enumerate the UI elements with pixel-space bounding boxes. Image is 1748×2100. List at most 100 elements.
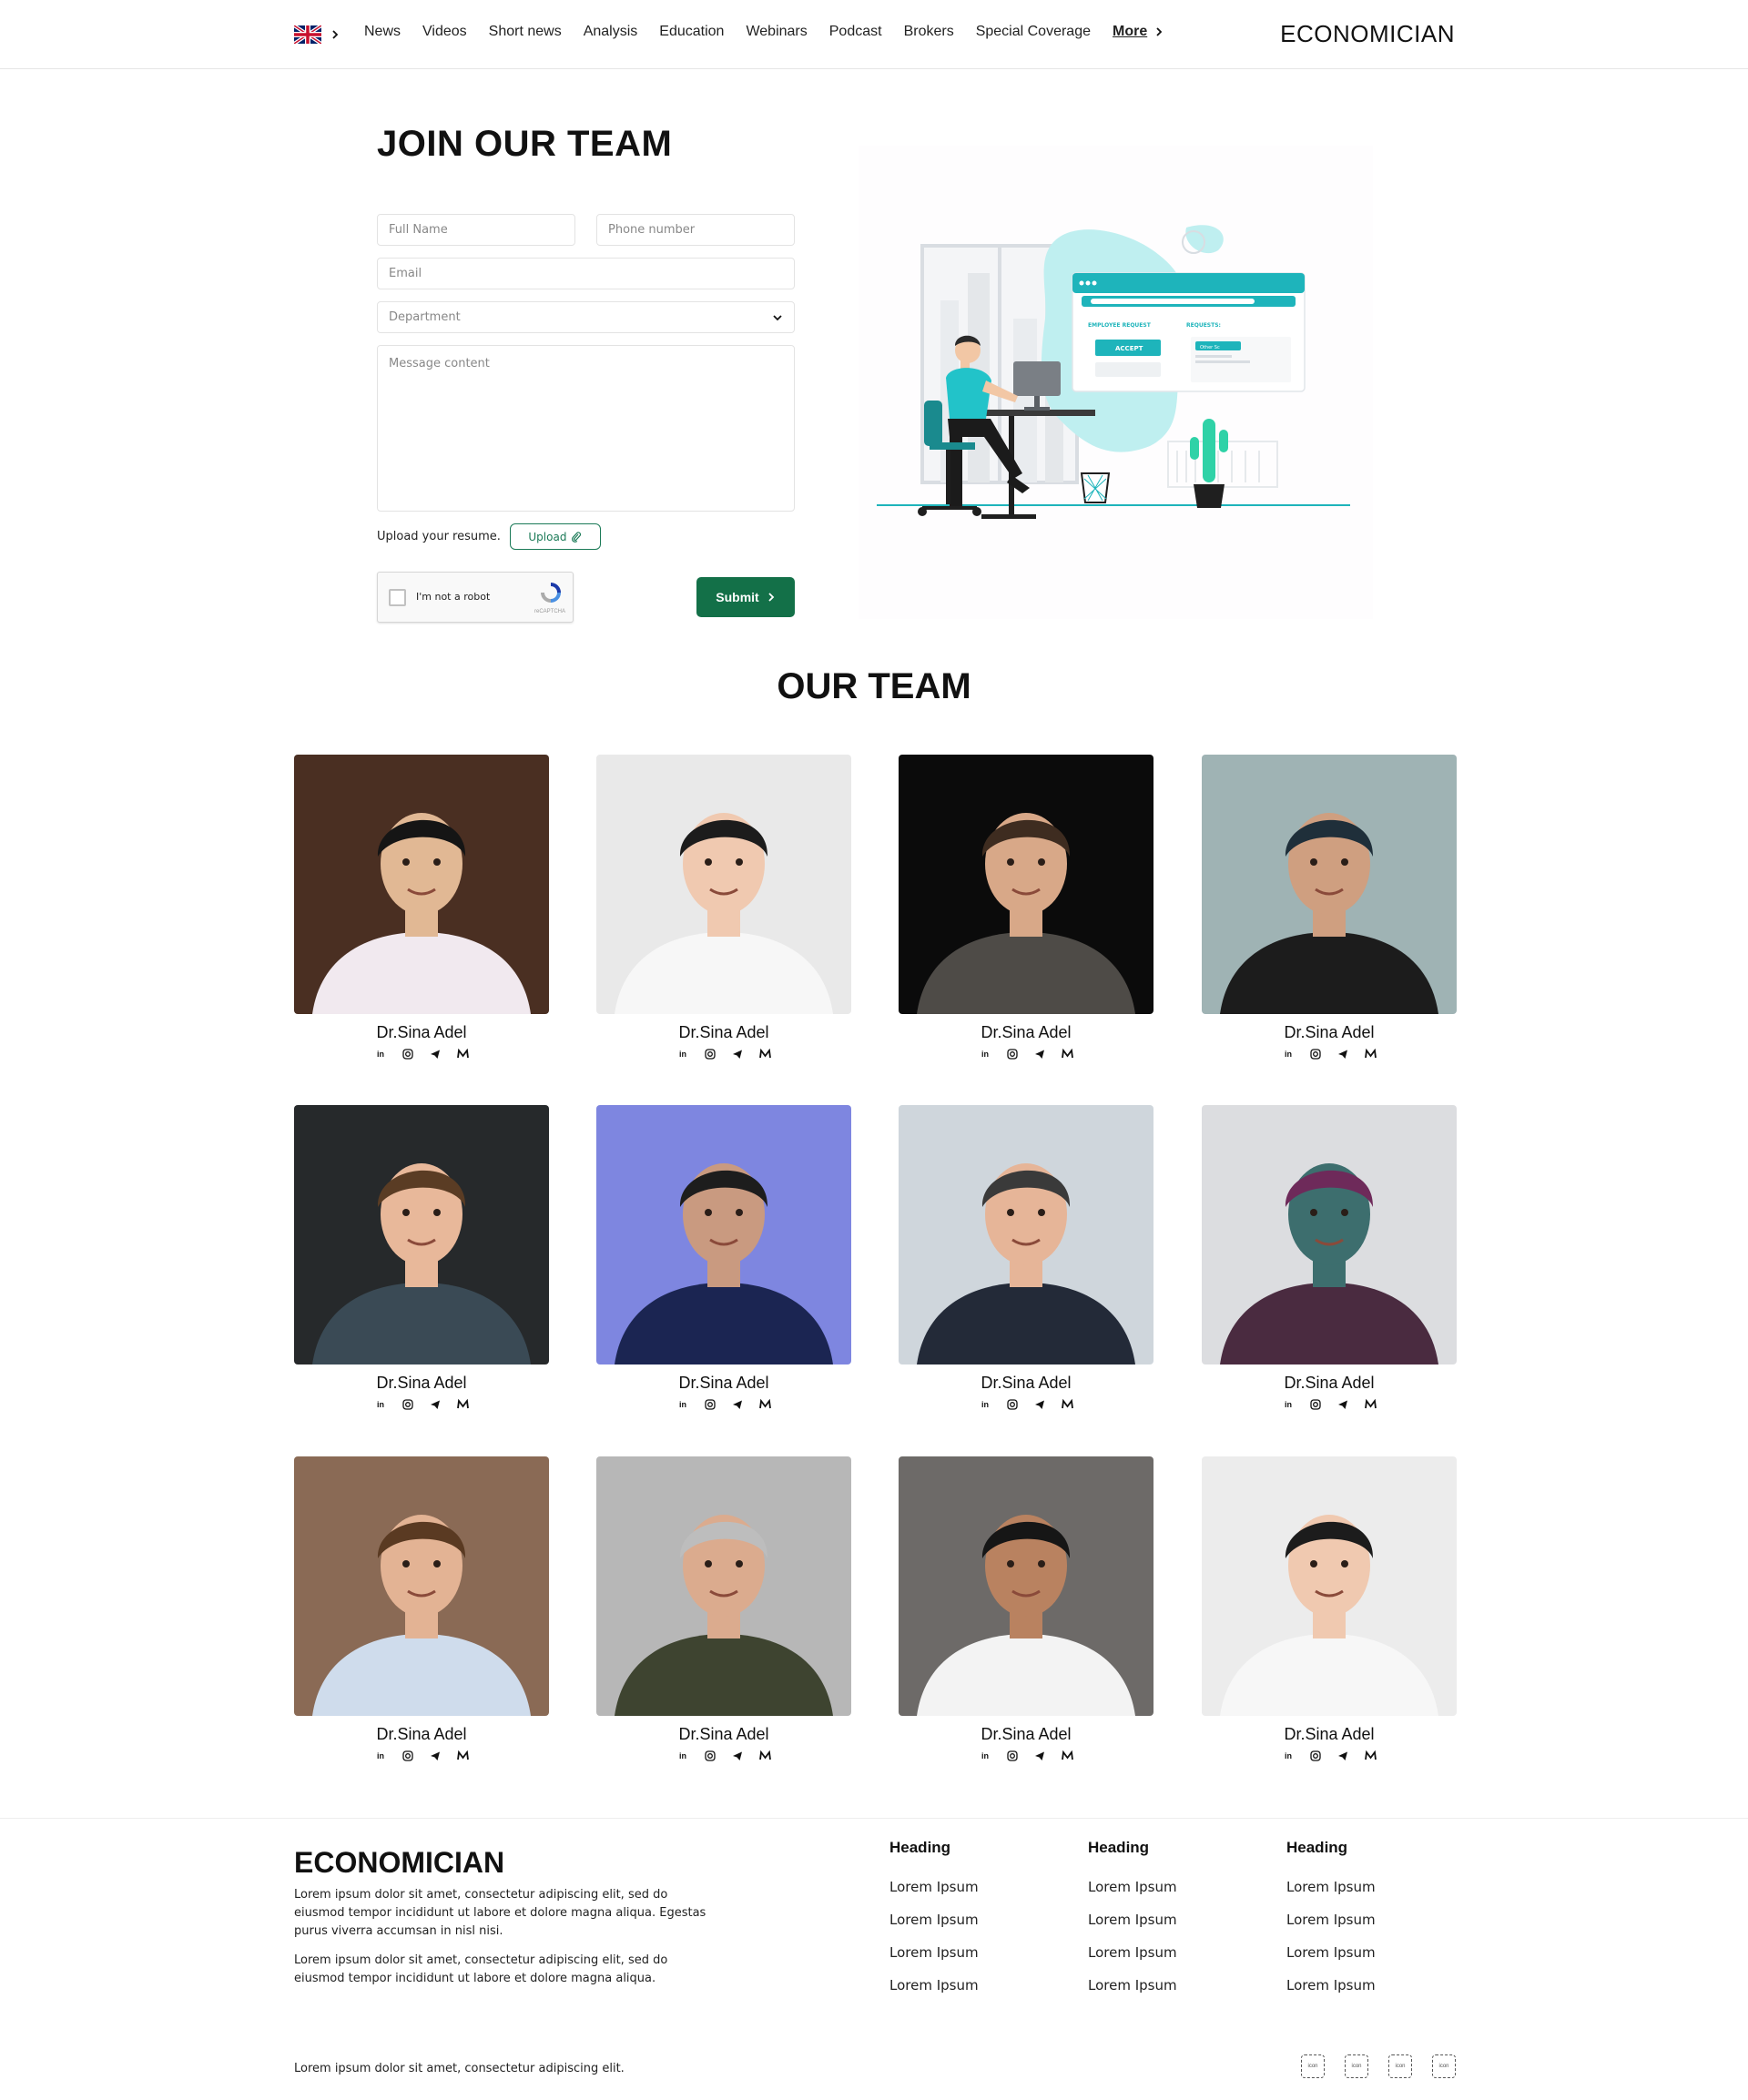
phone-input[interactable]: Phone number	[596, 214, 795, 246]
team-member-card[interactable]: Dr.Sina Adel in	[596, 755, 851, 1060]
medium-icon[interactable]	[1364, 1750, 1377, 1762]
footer-link[interactable]: Lorem Ipsum	[889, 1912, 1053, 1928]
telegram-icon[interactable]	[429, 1398, 442, 1411]
telegram-icon[interactable]	[1336, 1750, 1349, 1762]
instagram-icon[interactable]	[1309, 1398, 1322, 1411]
linkedin-icon[interactable]: in	[979, 1750, 991, 1762]
footer-link[interactable]: Lorem Ipsum	[1286, 1912, 1450, 1928]
instagram-icon[interactable]	[1006, 1750, 1019, 1762]
instagram-icon[interactable]	[704, 1750, 716, 1762]
telegram-icon[interactable]	[731, 1048, 744, 1060]
medium-icon[interactable]	[456, 1398, 469, 1411]
member-social-links: in	[294, 1048, 549, 1060]
team-member-card[interactable]: Dr.Sina Adel in	[1202, 1456, 1457, 1762]
team-member-card[interactable]: Dr.Sina Adel in	[596, 1456, 851, 1762]
recaptcha-checkbox[interactable]	[389, 589, 406, 606]
nav-item-news[interactable]: News	[364, 24, 401, 40]
telegram-icon[interactable]	[429, 1750, 442, 1762]
telegram-icon[interactable]	[731, 1750, 744, 1762]
medium-icon[interactable]	[758, 1398, 771, 1411]
telegram-icon[interactable]	[1336, 1398, 1349, 1411]
footer-link[interactable]: Lorem Ipsum	[1088, 1912, 1252, 1928]
medium-icon[interactable]	[456, 1048, 469, 1060]
linkedin-icon[interactable]: in	[979, 1048, 991, 1060]
team-member-card[interactable]: Dr.Sina Adel in	[294, 755, 549, 1060]
linkedin-icon[interactable]: in	[374, 1398, 387, 1411]
upload-button[interactable]: Upload	[509, 523, 601, 550]
team-member-card[interactable]: Dr.Sina Adel in	[1202, 1105, 1457, 1411]
instagram-icon[interactable]	[401, 1048, 414, 1060]
nav-item-education[interactable]: Education	[659, 24, 724, 40]
team-member-card[interactable]: Dr.Sina Adel in	[596, 1105, 851, 1411]
linkedin-icon[interactable]: in	[1282, 1398, 1295, 1411]
message-textarea[interactable]: Message content	[377, 345, 795, 512]
medium-icon[interactable]	[758, 1750, 771, 1762]
submit-button[interactable]: Submit	[696, 577, 795, 617]
nav-item-podcast[interactable]: Podcast	[829, 24, 882, 40]
instagram-icon[interactable]	[704, 1048, 716, 1060]
nav-item-videos[interactable]: Videos	[422, 24, 467, 40]
instagram-icon[interactable]	[704, 1398, 716, 1411]
language-selector[interactable]	[294, 25, 340, 44]
team-member-card[interactable]: Dr.Sina Adel in	[294, 1456, 549, 1762]
placeholder-icon[interactable]: icon	[1388, 2054, 1412, 2078]
linkedin-icon[interactable]: in	[979, 1398, 991, 1411]
linkedin-icon[interactable]: in	[374, 1048, 387, 1060]
placeholder-icon[interactable]: icon	[1345, 2054, 1368, 2078]
linkedin-icon[interactable]: in	[676, 1398, 689, 1411]
medium-icon[interactable]	[1061, 1048, 1073, 1060]
footer-link[interactable]: Lorem Ipsum	[1286, 1879, 1450, 1895]
telegram-icon[interactable]	[1033, 1048, 1046, 1060]
nav-item-brokers[interactable]: Brokers	[904, 24, 954, 40]
footer-link[interactable]: Lorem Ipsum	[1286, 1944, 1450, 1961]
telegram-icon[interactable]	[1033, 1398, 1046, 1411]
linkedin-icon[interactable]: in	[676, 1048, 689, 1060]
placeholder-icon[interactable]: icon	[1432, 2054, 1456, 2078]
email-placeholder: Email	[389, 267, 422, 280]
footer-link[interactable]: Lorem Ipsum	[889, 1944, 1053, 1961]
brand-logo[interactable]: ECONOMICIAN	[1280, 20, 1455, 48]
instagram-icon[interactable]	[1006, 1398, 1019, 1411]
footer-link[interactable]: Lorem Ipsum	[1088, 1944, 1252, 1961]
linkedin-icon[interactable]: in	[676, 1750, 689, 1762]
medium-icon[interactable]	[1061, 1750, 1073, 1762]
telegram-icon[interactable]	[429, 1048, 442, 1060]
footer-link[interactable]: Lorem Ipsum	[889, 1977, 1053, 1993]
team-member-card[interactable]: Dr.Sina Adel in	[294, 1105, 549, 1411]
telegram-icon[interactable]	[731, 1398, 744, 1411]
footer-brand[interactable]: ECONOMICIAN	[294, 1846, 504, 1880]
nav-item-special-coverage[interactable]: Special Coverage	[976, 24, 1091, 40]
nav-item-short-news[interactable]: Short news	[489, 24, 562, 40]
medium-icon[interactable]	[1061, 1398, 1073, 1411]
footer-link[interactable]: Lorem Ipsum	[889, 1879, 1053, 1895]
footer-link[interactable]: Lorem Ipsum	[1286, 1977, 1450, 1993]
department-select[interactable]: Department	[377, 301, 795, 333]
footer-link[interactable]: Lorem Ipsum	[1088, 1977, 1252, 1993]
linkedin-icon[interactable]: in	[374, 1750, 387, 1762]
full-name-input[interactable]: Full Name	[377, 214, 575, 246]
nav-item-analysis[interactable]: Analysis	[584, 24, 638, 40]
team-member-card[interactable]: Dr.Sina Adel in	[899, 1105, 1153, 1411]
team-member-card[interactable]: Dr.Sina Adel in	[899, 755, 1153, 1060]
placeholder-icon[interactable]: icon	[1301, 2054, 1325, 2078]
resume-upload-row: Upload your resume. Upload	[377, 523, 601, 550]
instagram-icon[interactable]	[1309, 1048, 1322, 1060]
nav-more-link[interactable]: More	[1113, 24, 1164, 40]
linkedin-icon[interactable]: in	[1282, 1048, 1295, 1060]
medium-icon[interactable]	[456, 1750, 469, 1762]
telegram-icon[interactable]	[1033, 1750, 1046, 1762]
telegram-icon[interactable]	[1336, 1048, 1349, 1060]
medium-icon[interactable]	[758, 1048, 771, 1060]
medium-icon[interactable]	[1364, 1398, 1377, 1411]
team-member-card[interactable]: Dr.Sina Adel in	[1202, 755, 1457, 1060]
email-input[interactable]: Email	[377, 258, 795, 289]
instagram-icon[interactable]	[1309, 1750, 1322, 1762]
instagram-icon[interactable]	[401, 1750, 414, 1762]
instagram-icon[interactable]	[401, 1398, 414, 1411]
footer-link[interactable]: Lorem Ipsum	[1088, 1879, 1252, 1895]
team-member-card[interactable]: Dr.Sina Adel in	[899, 1456, 1153, 1762]
nav-item-webinars[interactable]: Webinars	[746, 24, 807, 40]
instagram-icon[interactable]	[1006, 1048, 1019, 1060]
linkedin-icon[interactable]: in	[1282, 1750, 1295, 1762]
medium-icon[interactable]	[1364, 1048, 1377, 1060]
